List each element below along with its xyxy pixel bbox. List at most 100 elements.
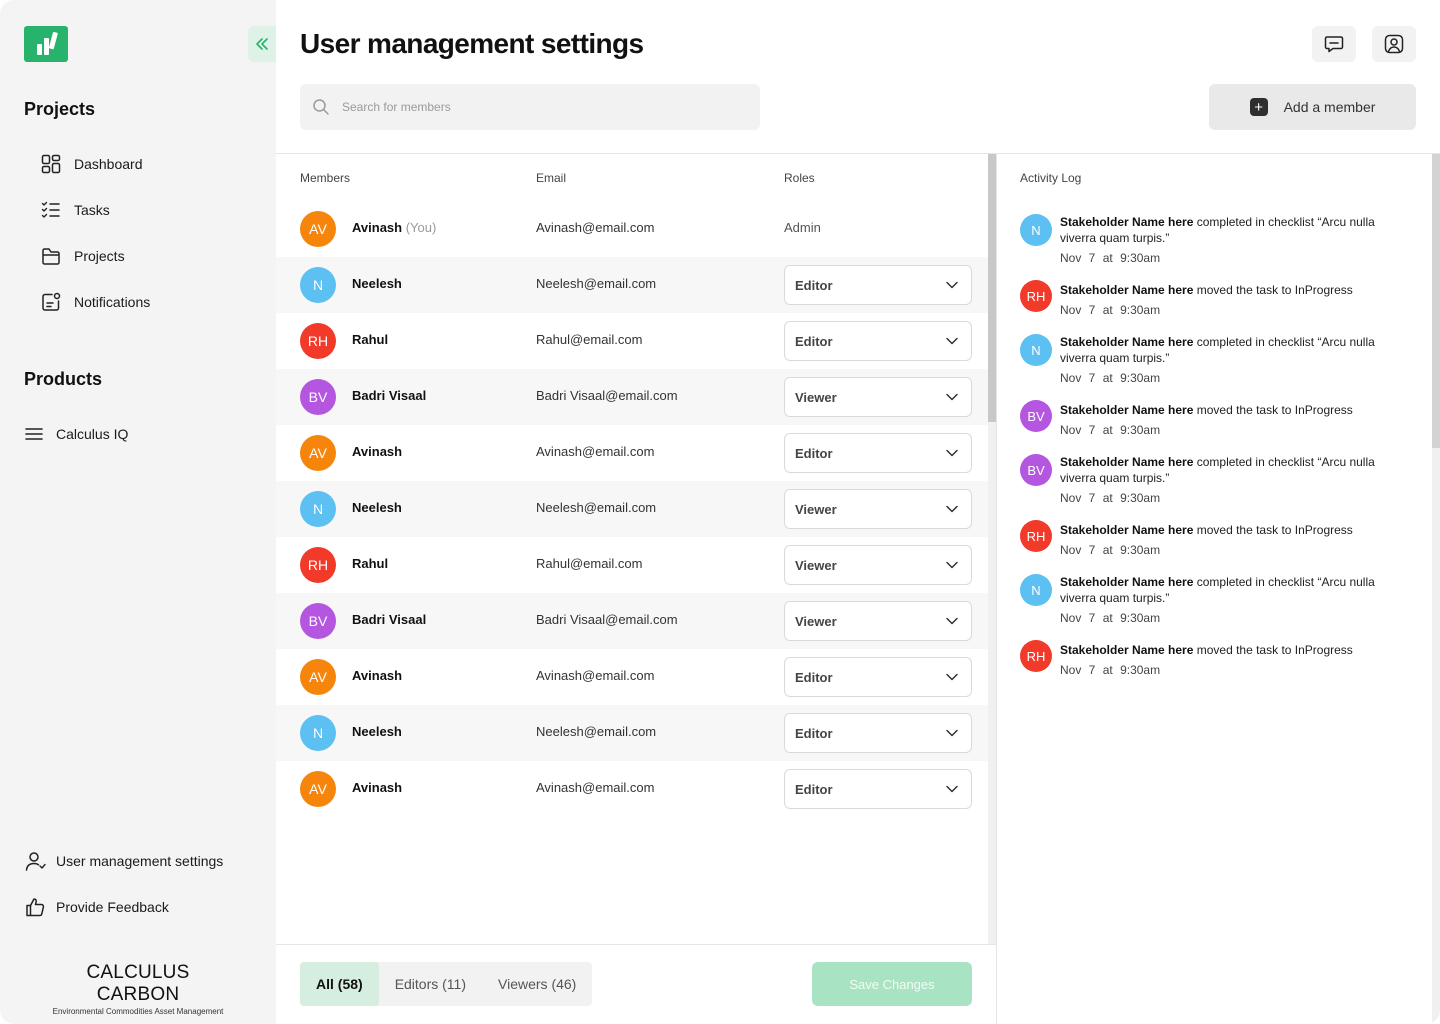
nav-item-provide-feedback[interactable]: Provide Feedback [24, 895, 169, 919]
activity-actor: Stakeholder Name here [1060, 455, 1194, 469]
activity-avatar: N [1020, 214, 1052, 246]
avatar: RH [300, 323, 336, 359]
role-select[interactable]: Editor [784, 769, 972, 809]
activity-timestamp: Nov 7 at 9:30am [1060, 251, 1160, 265]
activity-avatar: RH [1020, 640, 1052, 672]
member-email: Neelesh@email.com [536, 724, 657, 739]
table-row: AV Avinash Avinash@email.com Editor [276, 425, 988, 481]
member-email: Avinash@email.com [536, 780, 655, 795]
activity-at: at [1102, 663, 1113, 677]
role-value: Editor [795, 445, 833, 461]
product-item-calculus-iq[interactable]: Calculus IQ [24, 422, 128, 446]
table-scrollbar-thumb[interactable] [988, 154, 996, 422]
nav-item-user-management[interactable]: User management settings [24, 849, 223, 873]
nav-label-notifications: Notifications [74, 294, 151, 310]
role-value: Viewer [795, 613, 837, 629]
nav-label-dashboard: Dashboard [74, 156, 143, 172]
filter-tab-all[interactable]: All (58) [300, 962, 379, 1006]
avatar: AV [300, 659, 336, 695]
activity-text: Stakeholder Name here moved the task to … [1060, 402, 1405, 418]
brand-tagline: Environmental Commodities Asset Manageme… [52, 1007, 224, 1016]
role-select[interactable]: Viewer [784, 489, 972, 529]
you-tag: (You) [405, 220, 437, 235]
filter-tab-editors[interactable]: Editors (11) [379, 962, 482, 1006]
avatar: AV [300, 211, 336, 247]
col-header-email: Email [536, 171, 567, 185]
role-value: Viewer [795, 501, 837, 517]
activity-scrollbar-thumb[interactable] [1432, 154, 1440, 448]
dashboard-icon [41, 154, 61, 174]
member-name-text: Avinash [352, 668, 403, 683]
activity-message: moved the task to InProgress [1196, 403, 1353, 417]
role-select[interactable]: Viewer [784, 545, 972, 585]
activity-actor: Stakeholder Name here [1060, 215, 1194, 229]
save-changes-button[interactable]: Save Changes [812, 962, 972, 1006]
activity-actor: Stakeholder Name here [1060, 403, 1194, 417]
activity-timestamp: Nov 7 at 9:30am [1060, 303, 1160, 317]
member-name-text: Badri Visaal [352, 612, 427, 627]
member-search [300, 84, 760, 130]
activity-at: at [1102, 371, 1113, 385]
chevron-down-icon [946, 673, 958, 681]
role-select[interactable]: Editor [784, 713, 972, 753]
profile-button[interactable] [1372, 26, 1416, 62]
role-select[interactable]: Editor [784, 265, 972, 305]
notifications-icon [42, 292, 61, 311]
activity-time: 9:30am [1120, 611, 1161, 625]
member-name: Rahul [352, 332, 388, 347]
table-row: RH Rahul Rahul@email.com Viewer [276, 537, 988, 593]
app-window: Projects Dashboard Tasks Projects Notifi… [0, 0, 1440, 1024]
activity-text: Stakeholder Name here completed in check… [1060, 574, 1405, 606]
col-header-members: Members [300, 171, 351, 185]
role-select[interactable]: Editor [784, 657, 972, 697]
activity-time: 9:30am [1120, 663, 1161, 677]
table-row: BV Badri Visaal Badri Visaal@email.com View… [276, 369, 988, 425]
table-row: N Neelesh Neelesh@email.com Editor [276, 257, 988, 313]
chevron-down-icon [946, 393, 958, 401]
collapse-sidebar-button[interactable] [248, 26, 276, 62]
member-email: Neelesh@email.com [536, 276, 657, 291]
role-select[interactable]: Viewer [784, 377, 972, 417]
avatar: BV [300, 603, 336, 639]
activity-time: 9:30am [1120, 303, 1161, 317]
messages-button[interactable] [1312, 26, 1356, 62]
add-member-button[interactable]: + Add a member [1209, 84, 1416, 130]
member-name: Avinash [352, 444, 402, 459]
activity-timestamp: Nov 7 at 9:30am [1060, 491, 1160, 505]
activity-text: Stakeholder Name here completed in check… [1060, 334, 1405, 366]
avatar: AV [300, 771, 336, 807]
role-select[interactable]: Editor [784, 321, 972, 361]
role-filter-tabs: All (58) Editors (11) Viewers (46) [300, 962, 593, 1006]
nav-item-tasks[interactable]: Tasks [40, 198, 110, 222]
products-heading: Products [24, 369, 103, 389]
member-email: Neelesh@email.com [536, 500, 657, 515]
activity-time: 9:30am [1120, 371, 1161, 385]
role-select[interactable]: Viewer [784, 601, 972, 641]
member-name-text: Rahul [352, 332, 389, 347]
role-select[interactable]: Editor [784, 433, 972, 473]
activity-avatar: RH [1020, 520, 1052, 552]
member-email: Avinash@email.com [536, 444, 655, 459]
activity-timestamp: Nov 7 at 9:30am [1060, 663, 1160, 677]
activity-avatar: N [1020, 334, 1052, 366]
nav-label-tasks: Tasks [74, 202, 110, 218]
nav-item-notifications[interactable]: Notifications [40, 290, 150, 314]
activity-actor: Stakeholder Name here [1060, 643, 1194, 657]
user-management-label: User management settings [56, 853, 224, 869]
activity-date: Nov 7 [1060, 611, 1096, 625]
chevron-down-icon [946, 449, 958, 457]
app-logo[interactable] [24, 26, 68, 62]
nav-item-projects[interactable]: Projects [40, 244, 125, 268]
nav-item-dashboard[interactable]: Dashboard [40, 152, 143, 176]
plus-icon: + [1249, 98, 1268, 116]
activity-text: Stakeholder Name here completed in check… [1060, 214, 1405, 246]
member-name-text: Avinash [352, 780, 403, 795]
filter-tab-viewers[interactable]: Viewers (46) [482, 962, 592, 1006]
avatar: AV [300, 435, 336, 471]
projects-heading: Projects [24, 99, 96, 119]
search-input[interactable] [342, 100, 722, 114]
activity-at: at [1102, 251, 1113, 265]
activity-avatar: BV [1020, 400, 1052, 432]
table-row: RH Rahul Rahul@email.com Editor [276, 313, 988, 369]
table-row: N Neelesh Neelesh@email.com Editor [276, 705, 988, 761]
